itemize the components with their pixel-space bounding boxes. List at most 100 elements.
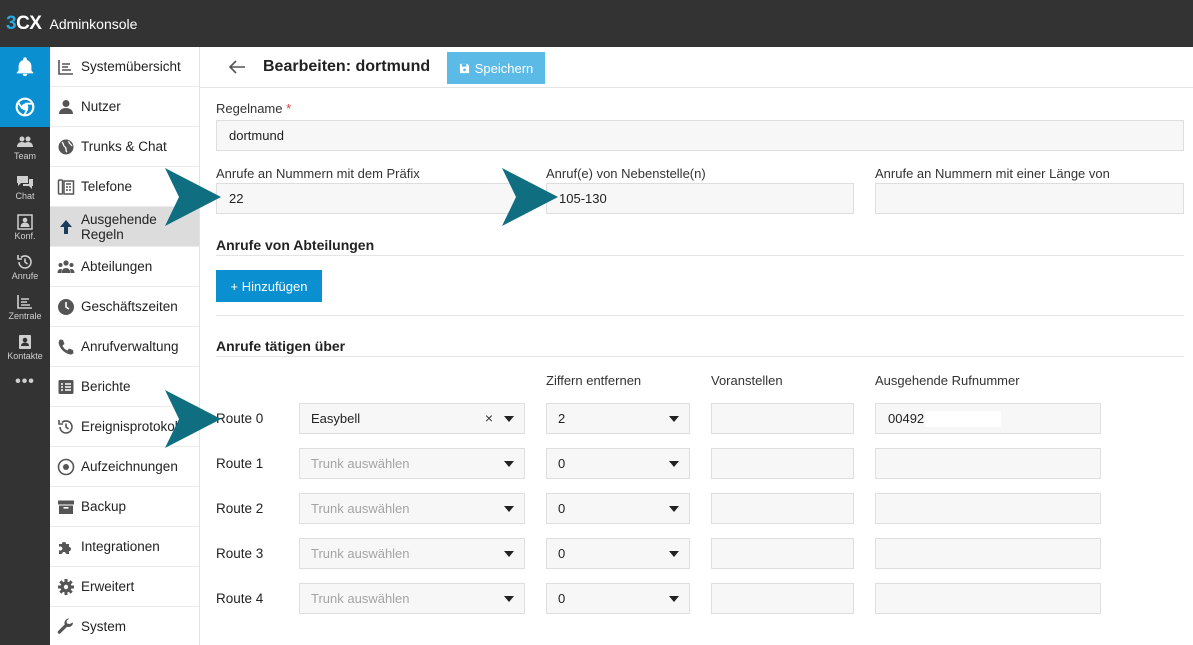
divider (216, 356, 1184, 357)
route-label: Route 3 (216, 546, 264, 561)
chevron-down-icon[interactable] (669, 551, 679, 557)
outbound-number-input[interactable] (875, 538, 1101, 569)
back-arrow-icon[interactable] (227, 57, 247, 77)
strip-digits-select[interactable]: 0 (546, 583, 690, 614)
save-button[interactable]: Speichern (447, 52, 545, 84)
add-department-button[interactable]: + Hinzufügen (216, 270, 322, 302)
sidebar-item-anrufverwaltung[interactable]: Anrufverwaltung (50, 327, 199, 367)
divider (216, 315, 1184, 316)
group-icon (57, 258, 75, 276)
length-input[interactable] (875, 183, 1184, 214)
sidebar-item-label-line: Backup (81, 499, 127, 514)
route-label: Route 2 (216, 501, 264, 516)
trunk-select[interactable]: Easybell × (299, 403, 525, 434)
strip-value: 0 (558, 501, 566, 516)
sidebar-item-aufzeichnungen[interactable]: Aufzeichnungen (50, 447, 199, 487)
trunk-select[interactable]: Trunk auswählen (299, 538, 525, 569)
outbound-number-input[interactable] (875, 583, 1101, 614)
prepend-header: Voranstellen (711, 373, 783, 388)
outbound-number-input[interactable]: 00492 (875, 403, 1101, 434)
strip-digits-select[interactable]: 0 (546, 538, 690, 569)
sidebar-item-label-line: Geschäftszeiten (81, 299, 178, 314)
notifications-button[interactable] (0, 47, 50, 87)
trunk-select[interactable]: Trunk auswählen (299, 583, 525, 614)
sidebar-item-label: System (81, 619, 126, 634)
sidebar-item-label: Trunks & Chat (81, 139, 167, 154)
app-logo[interactable]: 3CX (6, 13, 42, 35)
sidebar-item-label: Backup (81, 499, 126, 514)
sidebar-item-systemübersicht[interactable]: Systemübersicht (50, 47, 199, 87)
chevron-down-icon[interactable] (504, 506, 514, 512)
routes-section-title: Anrufe tätigen über (216, 338, 346, 354)
icon-rail: Team Chat Konf. Anrufe Zentrale Kontakte ••• (0, 47, 50, 645)
sidebar-item-label-line: Systemübersicht (81, 59, 181, 74)
extensions-input[interactable]: 105-130 (546, 183, 854, 214)
prefix-label: Anrufe an Nummern mit dem Präfix (216, 166, 420, 181)
rail-item-kontakte[interactable]: Kontakte (0, 327, 50, 367)
chevron-down-icon[interactable] (669, 461, 679, 467)
route-label: Route 1 (216, 456, 264, 471)
wrench-icon (57, 617, 75, 636)
sidebar-item-label-line: Nutzer (81, 99, 121, 114)
clear-icon[interactable]: × (485, 410, 493, 426)
rail-item-zentrale[interactable]: Zentrale (0, 287, 50, 327)
rail-item-konf[interactable]: Konf. (0, 207, 50, 247)
rail-item-label: Anrufe (11, 270, 39, 281)
strip-value: 0 (558, 546, 566, 561)
sidebar-item-trunkschat[interactable]: Trunks & Chat (50, 127, 199, 167)
strip-value: 0 (558, 591, 566, 606)
rail-highlight (0, 47, 50, 127)
strip-digits-select[interactable]: 0 (546, 448, 690, 479)
chevron-down-icon[interactable] (504, 551, 514, 557)
chevron-down-icon[interactable] (504, 596, 514, 602)
prepend-input[interactable] (711, 493, 854, 524)
prepend-input[interactable] (711, 403, 854, 434)
trunk-value: Easybell (311, 411, 361, 426)
prepend-input[interactable] (711, 448, 854, 479)
sidebar-item-label: Anrufverwaltung (81, 339, 179, 354)
trunk-select[interactable]: Trunk auswählen (299, 448, 525, 479)
contacts-icon (19, 334, 31, 349)
chevron-down-icon[interactable] (504, 461, 514, 467)
rail-item-anrufe[interactable]: Anrufe (0, 247, 50, 287)
sidebar-item-geschäftszeiten[interactable]: Geschäftszeiten (50, 287, 199, 327)
outbound-number-input[interactable] (875, 493, 1101, 524)
top-bar: 3CX Adminkonsole (0, 0, 1193, 47)
strip-digits-select[interactable]: 2 (546, 403, 690, 434)
chevron-down-icon[interactable] (669, 596, 679, 602)
sidebar-item-label-line: Telefone (81, 179, 133, 194)
rail-item-label: Kontakte (7, 350, 43, 361)
chevron-down-icon[interactable] (504, 416, 514, 422)
rail-item-chat[interactable]: Chat (0, 167, 50, 207)
bell-icon (16, 57, 34, 77)
prefix-input[interactable]: 22 (216, 183, 524, 214)
sidebar-item-label-line: Berichte (81, 379, 131, 394)
outbound-value: 00492 (888, 411, 925, 426)
strip-digits-select[interactable]: 0 (546, 493, 690, 524)
phone-device-icon (57, 178, 75, 196)
floppy-icon (459, 63, 469, 73)
rail-item-label: Chat (15, 190, 35, 201)
phone-icon (57, 338, 75, 356)
chevron-down-icon[interactable] (669, 416, 679, 422)
chrome-extension-button[interactable] (0, 87, 50, 127)
prepend-input[interactable] (711, 538, 854, 569)
trunk-placeholder: Trunk auswählen (311, 456, 410, 471)
sidebar-item-integrationen[interactable]: Integrationen (50, 527, 199, 567)
sidebar-item-abteilungen[interactable]: Abteilungen (50, 247, 199, 287)
sidebar-item-system[interactable]: System (50, 607, 199, 645)
prepend-input[interactable] (711, 583, 854, 614)
sidebar-item-label-line: Integrationen (81, 539, 160, 554)
chevron-down-icon[interactable] (669, 506, 679, 512)
sidebar-item-label-line: Ausgehende (81, 211, 157, 227)
trunk-placeholder: Trunk auswählen (311, 546, 410, 561)
rail-item-team[interactable]: Team (0, 127, 50, 167)
rule-name-input[interactable]: dortmund (216, 120, 1184, 151)
more-apps-button[interactable]: ••• (0, 367, 50, 397)
sidebar-item-backup[interactable]: Backup (50, 487, 199, 527)
trunk-select[interactable]: Trunk auswählen (299, 493, 525, 524)
strip-value: 0 (558, 456, 566, 471)
sidebar-item-erweitert[interactable]: Erweitert (50, 567, 199, 607)
sidebar-item-nutzer[interactable]: Nutzer (50, 87, 199, 127)
outbound-number-input[interactable] (875, 448, 1101, 479)
